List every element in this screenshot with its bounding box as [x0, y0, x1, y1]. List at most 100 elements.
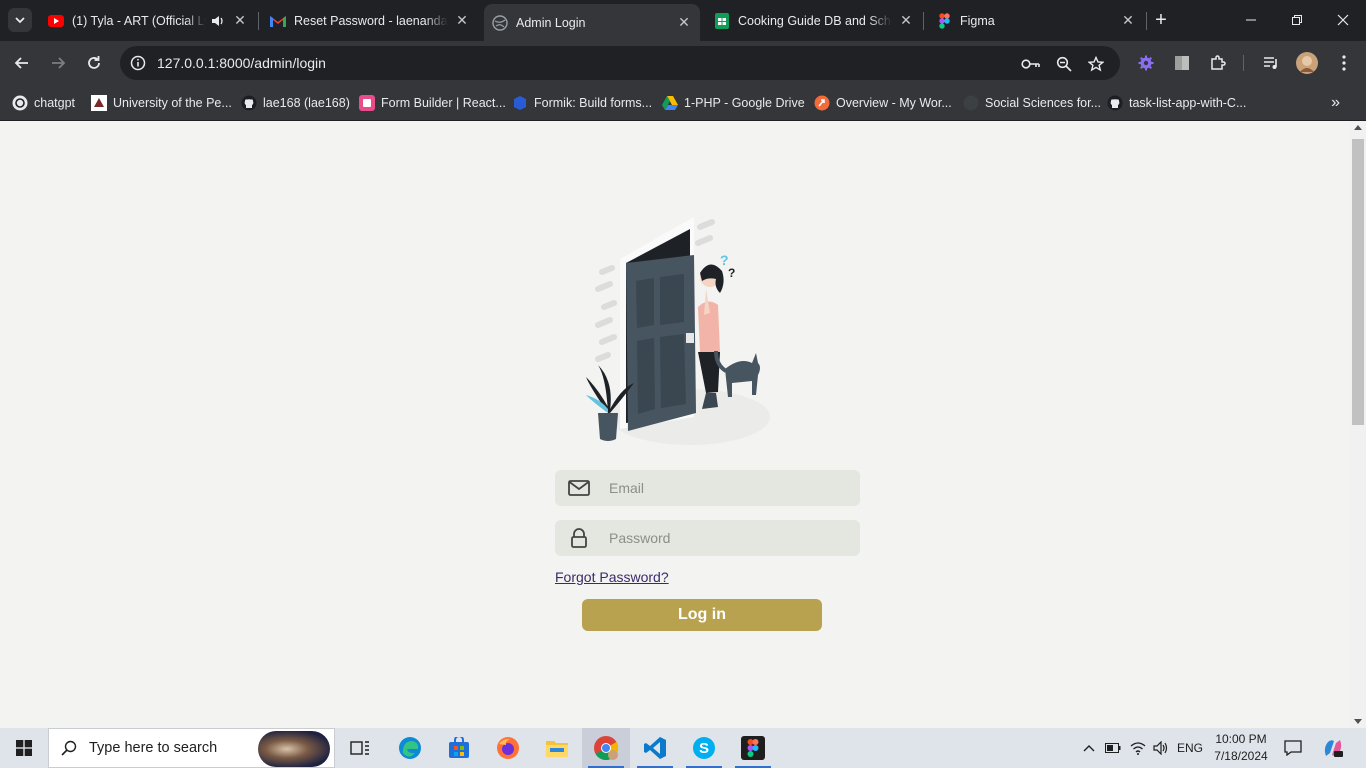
bookmark-formik[interactable]: Formik: Build forms... — [512, 92, 652, 114]
scroll-down-arrow-icon[interactable] — [1354, 719, 1362, 724]
task-view-icon — [350, 741, 369, 755]
new-tab-button[interactable]: + — [1150, 9, 1172, 31]
bookmark-task-list-app[interactable]: task-list-app-with-C... — [1107, 92, 1246, 114]
language-indicator[interactable]: ENG — [1174, 728, 1206, 768]
extensions-puzzle-icon[interactable] — [1207, 52, 1229, 74]
close-tab-icon[interactable]: ✕ — [454, 12, 470, 29]
close-tab-icon[interactable]: ✕ — [898, 12, 914, 29]
volume-icon[interactable] — [1150, 728, 1172, 768]
university-icon — [91, 95, 107, 111]
reload-button[interactable] — [80, 49, 108, 77]
formbuilder-icon — [359, 95, 375, 111]
speaker-icon[interactable] — [210, 15, 226, 27]
reload-icon — [88, 56, 100, 69]
menu-kebab-icon[interactable] — [1333, 52, 1355, 74]
page-scrollbar[interactable] — [1350, 121, 1366, 728]
tab-separator — [258, 12, 259, 30]
lock-icon — [555, 528, 603, 548]
arrow-right-icon — [52, 57, 66, 69]
close-tab-icon[interactable]: ✕ — [1120, 12, 1136, 29]
browser-toolbar: 127.0.0.1:8000/admin/login — [0, 41, 1366, 85]
bookmark-github-lae168[interactable]: lae168 (lae168) — [241, 92, 350, 114]
folder-icon — [546, 741, 568, 757]
close-tab-icon[interactable]: ✕ — [676, 14, 692, 31]
chatgpt-icon — [12, 95, 28, 111]
tab-gmail[interactable]: Reset Password - laenandara ✕ — [262, 4, 478, 37]
zoom-icon[interactable] — [1053, 53, 1075, 75]
forward-button[interactable] — [44, 49, 72, 77]
tab-youtube[interactable]: (1) Tyla - ART (Official Lyric ✕ — [40, 4, 256, 37]
search-icon — [49, 740, 89, 756]
taskbar-edge[interactable] — [386, 728, 434, 768]
vscode-icon — [644, 737, 666, 759]
show-hidden-icons-chevron-icon[interactable] — [1078, 728, 1100, 768]
scroll-thumb[interactable] — [1352, 139, 1364, 425]
battery-icon[interactable] — [1102, 728, 1124, 768]
bookmark-overview[interactable]: Overview - My Wor... — [814, 92, 952, 114]
clock-time: 10:00 PM — [1215, 732, 1267, 746]
tab-cooking-guide[interactable]: Cooking Guide DB and Sche ✕ — [706, 4, 922, 37]
taskbar-figma[interactable] — [729, 728, 777, 768]
bookmark-label: Overview - My Wor... — [836, 96, 952, 110]
drive-icon — [662, 95, 678, 111]
password-key-icon[interactable] — [1020, 53, 1042, 75]
bookmark-label: lae168 (lae168) — [263, 96, 350, 110]
taskbar-skype[interactable]: S — [680, 728, 728, 768]
taskbar-chrome[interactable] — [582, 728, 630, 768]
back-button[interactable] — [8, 49, 36, 77]
clock[interactable]: 10:00 PM 7/18/2024 — [1206, 731, 1276, 765]
wifi-icon[interactable] — [1127, 728, 1149, 768]
more-bookmarks-chevron-icon[interactable]: » — [1331, 94, 1340, 112]
formik-icon — [512, 95, 528, 111]
tab-title: Figma — [960, 13, 995, 28]
notifications-icon[interactable] — [1280, 728, 1306, 768]
password-field[interactable] — [555, 520, 860, 556]
taskbar-firefox[interactable] — [484, 728, 532, 768]
bookmark-form-builder[interactable]: Form Builder | React... — [359, 92, 506, 114]
bookmark-google-drive[interactable]: 1-PHP - Google Drive — [662, 92, 805, 114]
password-input[interactable] — [609, 530, 849, 546]
tab-strip: (1) Tyla - ART (Official Lyric ✕ Reset P… — [0, 0, 1366, 41]
taskbar-store[interactable] — [435, 728, 483, 768]
bookmark-label: chatgpt — [34, 96, 76, 110]
tab-figma[interactable]: Figma ✕ — [928, 4, 1144, 37]
bookmark-label: 1-PHP - Google Drive — [684, 96, 805, 110]
bookmark-university[interactable]: University of the Pe... — [91, 92, 232, 114]
bookmark-chatgpt[interactable]: chatgpt — [12, 92, 75, 114]
tab-search-button[interactable] — [8, 8, 32, 32]
bookmarks-bar: chatgpt University of the Pe... lae168 (… — [0, 85, 1366, 121]
tab-title: Admin Login — [516, 15, 586, 30]
search-highlight-image[interactable] — [258, 731, 330, 767]
close-tab-icon[interactable]: ✕ — [232, 12, 248, 29]
bookmark-social-sciences[interactable]: Social Sciences for... — [963, 92, 1101, 114]
clock-date: 7/18/2024 — [1214, 749, 1268, 763]
bookmark-label: University of the Pe... — [113, 96, 232, 110]
task-view-button[interactable] — [336, 728, 384, 768]
email-input[interactable] — [609, 480, 849, 496]
taskbar-file-explorer[interactable] — [533, 728, 581, 768]
envelope-icon — [555, 480, 603, 496]
close-window-button[interactable] — [1320, 0, 1366, 40]
github-icon — [241, 95, 257, 111]
site-info-icon[interactable] — [128, 53, 148, 73]
email-field[interactable] — [555, 470, 860, 506]
start-button[interactable] — [0, 728, 48, 768]
restore-button[interactable] — [1274, 0, 1320, 40]
minimize-button[interactable] — [1228, 0, 1274, 40]
copilot-icon[interactable] — [1318, 728, 1348, 768]
taskbar-vscode[interactable] — [631, 728, 679, 768]
figma-icon — [741, 736, 765, 760]
extension-gear-icon[interactable] — [1135, 52, 1157, 74]
scroll-up-arrow-icon[interactable] — [1354, 125, 1362, 130]
tab-admin-login[interactable]: Admin Login ✕ — [484, 4, 700, 41]
taskbar-search-box[interactable]: Type here to search — [48, 728, 335, 768]
media-control-icon[interactable] — [1260, 52, 1282, 74]
forgot-password-link[interactable]: Forgot Password? — [555, 569, 669, 585]
login-button[interactable]: Log in — [582, 599, 822, 631]
bookmark-star-icon[interactable] — [1085, 53, 1107, 75]
profile-avatar[interactable] — [1296, 52, 1318, 74]
tab-title: (1) Tyla - ART (Official Lyric — [72, 13, 206, 28]
tab-separator — [923, 12, 924, 30]
extension-square-icon[interactable] — [1171, 52, 1193, 74]
address-bar[interactable]: 127.0.0.1:8000/admin/login — [120, 46, 1120, 80]
